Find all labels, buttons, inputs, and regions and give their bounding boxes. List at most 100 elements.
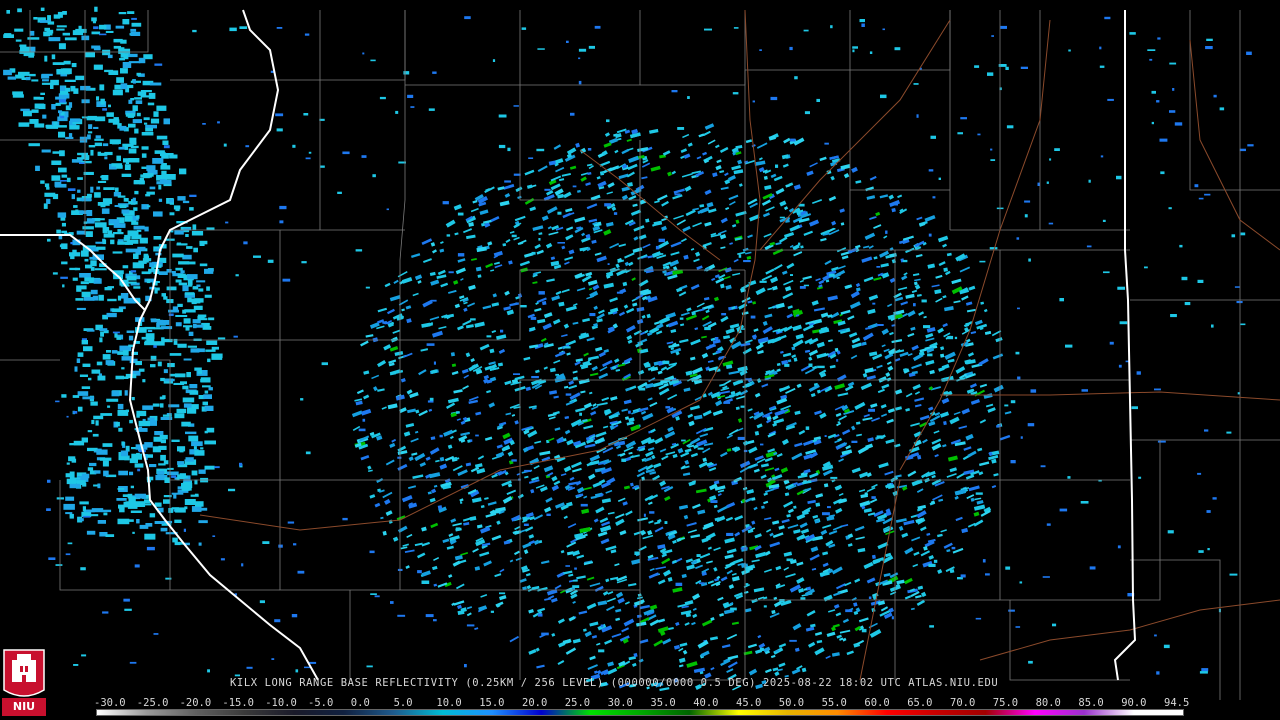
echo-pixel [1172, 88, 1175, 91]
echo-pixel [51, 54, 56, 60]
echo-pixel [172, 537, 178, 543]
echo-pixel [117, 195, 126, 198]
echo-pixel [504, 180, 511, 183]
echo-pixel [14, 28, 24, 32]
echo-pixel [599, 171, 605, 176]
echo-pixel [913, 303, 916, 307]
echo-pixel [541, 632, 549, 636]
echo-pixel [822, 512, 830, 516]
echo-pixel [587, 148, 592, 151]
echo-pixel [28, 51, 34, 58]
echo-pixel [120, 293, 129, 299]
echo-pixel [171, 439, 180, 442]
echo-pixel [1163, 644, 1170, 649]
echo-pixel [34, 123, 45, 128]
echo-pixel [113, 38, 123, 43]
echo-pixel [184, 499, 196, 505]
echo-pixel [123, 198, 129, 202]
echo-pixel [132, 197, 136, 203]
echo-pixel [81, 473, 90, 479]
echo-pixel [96, 96, 100, 101]
echo-pixel [1019, 581, 1023, 584]
echo-pixel [41, 82, 51, 85]
echo-pixel [239, 26, 248, 29]
echo-pixel [565, 565, 570, 567]
echo-pixel [107, 230, 113, 234]
echo-pixel [153, 341, 165, 346]
echo-pixel [202, 401, 208, 406]
echo-pixel [211, 353, 223, 359]
product-caption: KILX LONG RANGE BASE REFLECTIVITY (0.25K… [230, 677, 999, 689]
echo-pixel [98, 66, 102, 69]
echo-pixel [197, 314, 207, 318]
echo-pixel [91, 31, 101, 35]
echo-pixel [133, 207, 138, 211]
echo-pixel [229, 27, 237, 32]
echo-pixel [15, 39, 22, 42]
echo-pixel [206, 286, 210, 291]
echo-pixel [71, 159, 83, 163]
echo-pixel [46, 30, 53, 36]
echo-pixel [124, 608, 132, 611]
echo-pixel [121, 367, 125, 370]
echo-pixel [698, 582, 705, 585]
echo-pixel [199, 263, 208, 267]
echo-pixel [150, 118, 160, 124]
echo-pixel [146, 338, 155, 343]
echo-pixel [498, 144, 506, 149]
echo-pixel [397, 456, 402, 459]
echo-pixel [815, 502, 821, 507]
echo-pixel [73, 205, 78, 208]
echo-pixel [174, 373, 186, 378]
echo-pixel [1049, 158, 1052, 161]
echo-pixel [177, 474, 184, 479]
echo-pixel [933, 559, 938, 563]
echo-pixel [175, 315, 188, 317]
echo-pixel [113, 223, 126, 228]
echo-pixel [1020, 66, 1028, 69]
echo-pixel [163, 369, 168, 374]
echo-pixel [94, 222, 107, 228]
echo-pixel [12, 94, 24, 98]
echo-pixel [1042, 576, 1050, 578]
echo-pixel [861, 628, 867, 633]
echo-pixel [147, 102, 155, 106]
echo-pixel [47, 479, 51, 483]
echo-pixel [112, 251, 123, 254]
echo-pixel [990, 159, 996, 161]
echo-pixel [974, 65, 980, 68]
echo-pixel [784, 363, 790, 367]
echo-pixel [183, 318, 191, 324]
echo-pixel [51, 160, 62, 165]
echo-pixel [649, 511, 655, 514]
echo-pixel [80, 281, 89, 285]
echo-pixel [184, 475, 188, 479]
echo-pixel [274, 619, 281, 623]
echo-pixel [103, 470, 109, 477]
echo-pixel [303, 113, 309, 116]
echo-pixel [125, 242, 133, 245]
echo-pixel [737, 328, 746, 330]
echo-pixel [460, 501, 463, 504]
echo-pixel [208, 317, 215, 321]
echo-pixel [279, 205, 287, 210]
echo-pixel [51, 175, 61, 181]
echo-pixel [1088, 179, 1091, 183]
echo-pixel [606, 119, 610, 123]
echo-pixel [130, 31, 141, 36]
echo-pixel [1234, 286, 1240, 288]
echo-pixel [129, 471, 134, 476]
echo-pixel [41, 73, 53, 76]
echo-pixel [40, 180, 45, 184]
echo-pixel [572, 579, 578, 582]
echo-pixel [297, 570, 305, 574]
echo-pixel [403, 71, 410, 75]
echo-pixel [82, 363, 91, 367]
echo-pixel [687, 96, 690, 99]
echo-pixel [144, 533, 156, 540]
echo-pixel [47, 21, 55, 25]
echo-pixel [90, 149, 94, 156]
echo-pixel [565, 393, 572, 396]
echo-pixel [450, 352, 455, 357]
echo-pixel [156, 281, 160, 283]
